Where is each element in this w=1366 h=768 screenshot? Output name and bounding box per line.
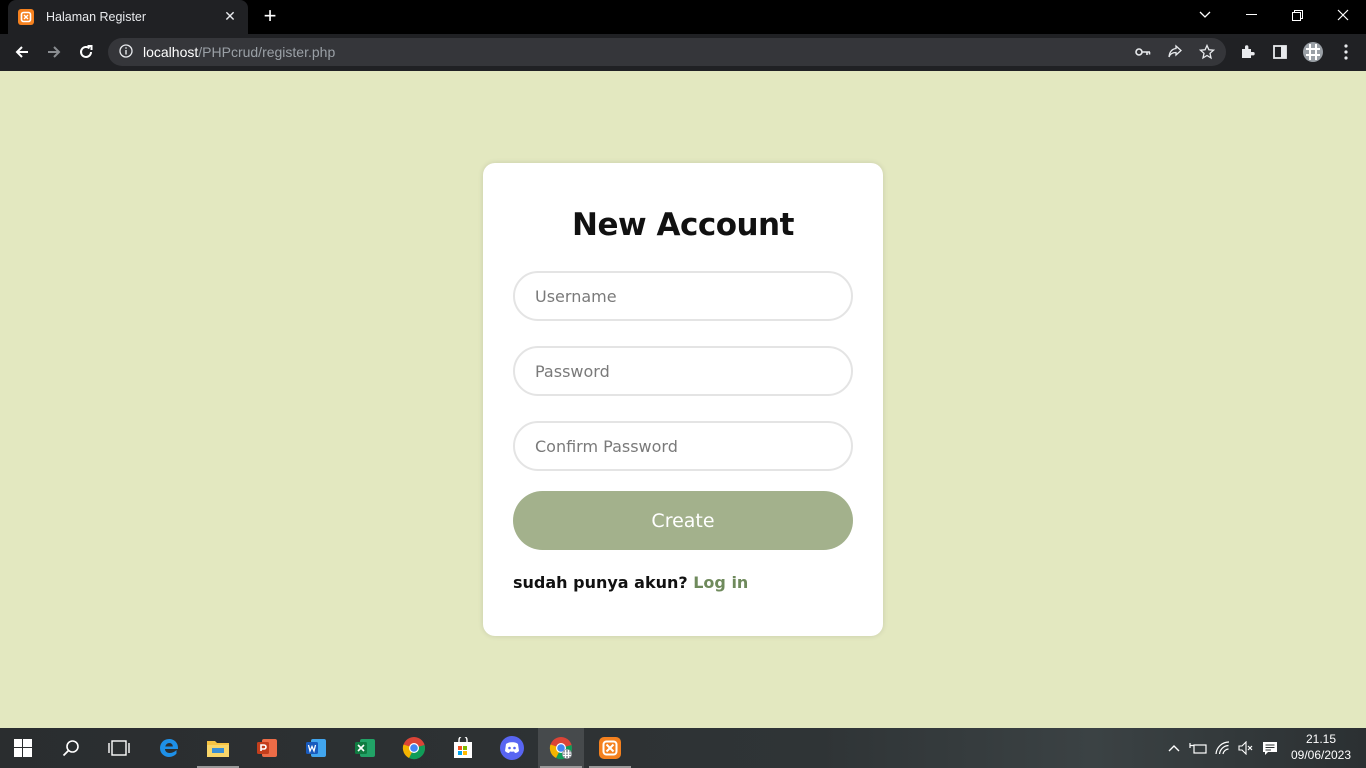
wifi-icon[interactable] <box>1212 728 1234 768</box>
windows-taskbar: 21.15 09/06/2023 <box>0 728 1366 768</box>
create-button[interactable]: Create <box>513 491 853 550</box>
password-input[interactable] <box>513 346 853 396</box>
discord-icon[interactable] <box>489 728 535 768</box>
edge-icon[interactable] <box>146 728 192 768</box>
xampp-icon[interactable] <box>587 728 633 768</box>
back-button[interactable] <box>8 38 36 66</box>
file-explorer-icon[interactable] <box>195 728 241 768</box>
browser-toolbar: localhost/PHPcrud/register.php <box>0 34 1366 71</box>
profile-avatar[interactable] <box>1299 38 1327 66</box>
battery-icon[interactable] <box>1187 728 1209 768</box>
tab-search-icon[interactable] <box>1182 0 1228 30</box>
new-tab-button[interactable]: + <box>259 5 281 28</box>
excel-icon[interactable] <box>342 728 388 768</box>
powerpoint-icon[interactable] <box>244 728 290 768</box>
clock-time: 21.15 <box>1305 732 1337 746</box>
forward-button[interactable] <box>40 38 68 66</box>
site-info-icon[interactable] <box>119 43 133 62</box>
side-panel-icon[interactable] <box>1266 38 1294 66</box>
word-icon[interactable] <box>293 728 339 768</box>
chevron-up-icon[interactable] <box>1164 728 1184 768</box>
extensions-icon[interactable] <box>1234 38 1262 66</box>
start-icon[interactable] <box>0 728 46 768</box>
search-icon[interactable] <box>48 728 94 768</box>
address-bar[interactable]: localhost/PHPcrud/register.php <box>108 38 1226 66</box>
task-view-icon[interactable] <box>96 728 142 768</box>
form-title: New Account <box>572 207 794 243</box>
url-path: /PHPcrud/register.php <box>198 44 336 60</box>
close-window-button[interactable] <box>1320 0 1366 30</box>
restore-button[interactable] <box>1274 0 1320 30</box>
browser-titlebar: Halaman Register ✕ + <box>0 0 1366 34</box>
login-link[interactable]: Log in <box>693 573 748 592</box>
minimize-button[interactable] <box>1228 0 1274 30</box>
bookmark-star-icon[interactable] <box>1198 44 1216 60</box>
tab-title: Halaman Register <box>46 10 147 24</box>
store-icon[interactable] <box>440 728 486 768</box>
share-icon[interactable] <box>1166 44 1184 60</box>
reload-button[interactable] <box>72 38 100 66</box>
login-prompt-text: sudah punya akun? <box>513 573 688 592</box>
url-text: localhost/PHPcrud/register.php <box>143 44 335 60</box>
chrome-icon[interactable] <box>391 728 437 768</box>
clock-date: 09/06/2023 <box>1290 748 1352 762</box>
tab-close-icon[interactable]: ✕ <box>222 9 238 25</box>
url-host: localhost <box>143 44 199 60</box>
xampp-favicon-icon <box>18 9 34 25</box>
username-input[interactable] <box>513 271 853 321</box>
menu-kebab-icon[interactable] <box>1332 38 1360 66</box>
key-icon[interactable] <box>1134 44 1152 60</box>
page-background: New Account Create sudah punya akun? Log… <box>0 71 1366 728</box>
notification-icon[interactable] <box>1259 728 1281 768</box>
chrome-profile-icon[interactable] <box>538 728 584 768</box>
register-card: New Account Create sudah punya akun? Log… <box>483 163 883 636</box>
login-prompt-line: sudah punya akun? Log in <box>513 573 748 592</box>
confirm-password-input[interactable] <box>513 421 853 471</box>
system-clock[interactable]: 21.15 09/06/2023 <box>1290 731 1352 763</box>
volume-muted-icon[interactable] <box>1235 728 1257 768</box>
browser-tab[interactable]: Halaman Register ✕ <box>8 0 248 34</box>
